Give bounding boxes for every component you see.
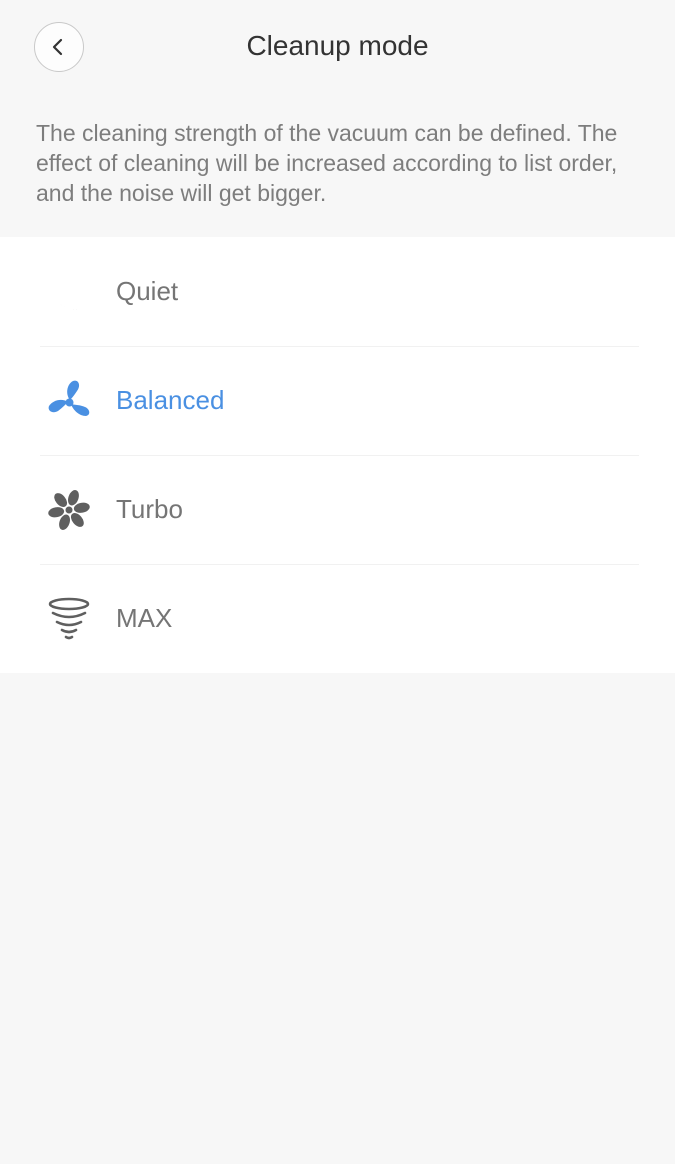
mode-label: MAX bbox=[116, 603, 173, 633]
turbo-fan-icon bbox=[44, 487, 94, 533]
moon-icon bbox=[44, 269, 94, 315]
mode-option-balanced[interactable]: Balanced bbox=[0, 346, 675, 455]
mode-label: Turbo bbox=[116, 494, 183, 524]
header: Cleanup mode bbox=[0, 0, 675, 96]
mode-label: Quiet bbox=[116, 276, 179, 306]
description-text: The cleaning strength of the vacuum can … bbox=[36, 120, 618, 206]
page-title: Cleanup mode bbox=[246, 30, 429, 61]
mode-label: Balanced bbox=[116, 385, 225, 415]
fan-icon bbox=[44, 378, 94, 424]
mode-option-turbo[interactable]: Turbo bbox=[0, 455, 675, 564]
mode-option-max[interactable]: MAX bbox=[0, 564, 675, 673]
tornado-icon bbox=[44, 596, 94, 642]
mode-list: Quiet Balanced Turbo MAX bbox=[0, 237, 675, 673]
mode-option-quiet[interactable]: Quiet bbox=[0, 237, 675, 346]
